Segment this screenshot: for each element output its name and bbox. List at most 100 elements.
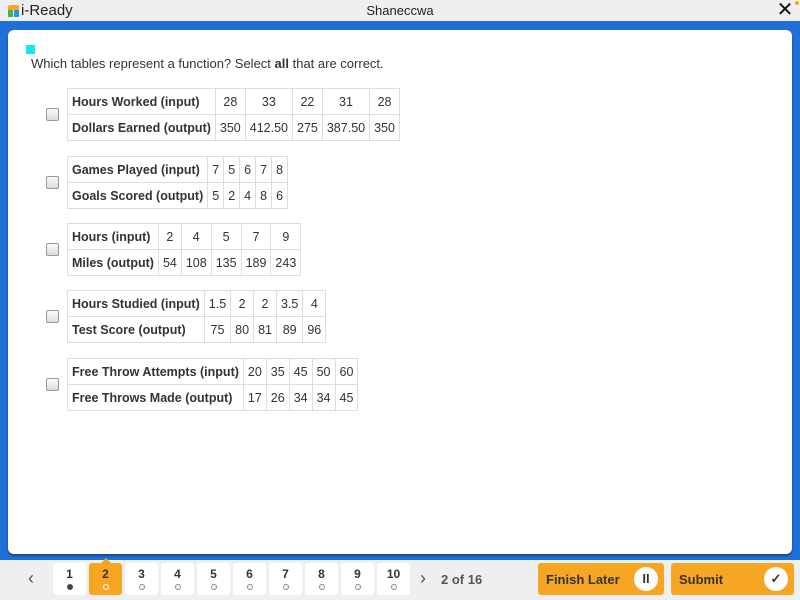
chevron-left-icon: ‹ xyxy=(28,568,34,588)
question-prompt: Which tables represent a function? Selec… xyxy=(31,56,384,71)
finish-later-button[interactable]: Finish Later II xyxy=(538,563,664,595)
page-number: 3 xyxy=(138,567,145,581)
title-bar: i-Ready Shaneccwa ✕ xyxy=(0,0,800,21)
table-cell: 75 xyxy=(203,316,232,343)
question-pager: 1 2 3 4 5 6 7 8 9 10 xyxy=(53,558,410,595)
page-number: 2 xyxy=(102,567,109,581)
row-header: Free Throw Attempts (input) xyxy=(67,358,244,385)
chevron-right-icon: › xyxy=(420,568,426,588)
table-cell: 89 xyxy=(275,316,304,343)
table-cell: 1.5 xyxy=(203,290,232,317)
function-table: Hours (input) 2 4 5 7 9 Miles (output) 54 108 135… xyxy=(67,223,302,276)
table-cell: 5 xyxy=(223,156,241,183)
table-cell: 7 xyxy=(207,156,225,183)
table-cell: 9 xyxy=(270,223,302,250)
table-cell: 60 xyxy=(334,358,359,385)
page-button-2[interactable]: 2 xyxy=(89,558,122,595)
table-cell: 45 xyxy=(288,358,313,385)
status-dot-icon xyxy=(175,584,181,590)
table-cell: 350 xyxy=(214,114,246,141)
table-cell: 35 xyxy=(265,358,290,385)
table-cell: 189 xyxy=(240,249,272,276)
window-title: Shaneccwa xyxy=(366,3,434,18)
answer-option[interactable]: Hours Studied (input) 1.5 2 2 3.5 4 Test Score… xyxy=(46,290,327,343)
page-button-7[interactable]: 7 xyxy=(269,563,302,595)
page-button-3[interactable]: 3 xyxy=(125,563,158,595)
row-header: Goals Scored (output) xyxy=(66,182,209,209)
table-cell: 8 xyxy=(255,182,273,209)
notification-dot xyxy=(795,1,799,5)
function-table: Hours Worked (input) 28 33 22 31 28 Dollars Ea… xyxy=(67,88,400,141)
question-marker xyxy=(26,45,35,54)
table-cell: 31 xyxy=(321,88,371,115)
row-header: Miles (output) xyxy=(67,249,159,276)
table-cell: 6 xyxy=(239,156,257,183)
page-number: 8 xyxy=(318,567,325,581)
status-dot-icon xyxy=(211,584,217,590)
page-button-1[interactable]: 1 xyxy=(53,563,86,595)
table-cell: 28 xyxy=(214,88,246,115)
option-checkbox[interactable] xyxy=(46,243,59,256)
input-row: Hours Studied (input) 1.5 2 2 3.5 4 xyxy=(67,290,327,317)
page-button-4[interactable]: 4 xyxy=(161,563,194,595)
status-dot-icon xyxy=(319,584,325,590)
page-button-9[interactable]: 9 xyxy=(341,563,374,595)
status-dot-icon xyxy=(67,584,73,590)
status-dot-icon xyxy=(391,584,397,590)
answer-option[interactable]: Hours (input) 2 4 5 7 9 Miles (output) 54 108 135… xyxy=(46,223,302,276)
table-cell: 4 xyxy=(302,290,327,317)
table-cell: 2 xyxy=(223,182,241,209)
close-button[interactable]: ✕ xyxy=(776,0,794,21)
table-cell: 34 xyxy=(311,384,336,411)
table-cell: 8 xyxy=(271,156,289,183)
output-row: Dollars Earned (output) 350 412.50 275 387.5… xyxy=(67,114,400,141)
option-checkbox[interactable] xyxy=(46,108,59,121)
table-cell: 80 xyxy=(230,316,255,343)
page-button-10[interactable]: 10 xyxy=(377,563,410,595)
table-cell: 96 xyxy=(302,316,327,343)
table-cell: 6 xyxy=(271,182,289,209)
table-cell: 26 xyxy=(265,384,290,411)
pause-icon: II xyxy=(634,567,658,591)
page-button-6[interactable]: 6 xyxy=(233,563,266,595)
output-row: Miles (output) 54 108 135 189 243 xyxy=(67,249,302,276)
submit-button[interactable]: Submit ✓ xyxy=(671,563,794,595)
question-counter: 2 of 16 xyxy=(441,572,483,587)
status-dot-icon xyxy=(247,584,253,590)
table-cell: 275 xyxy=(292,114,323,141)
table-cell: 7 xyxy=(240,223,272,250)
page-button-8[interactable]: 8 xyxy=(305,563,338,595)
table-cell: 28 xyxy=(369,88,400,115)
table-cell: 33 xyxy=(244,88,294,115)
page-number: 1 xyxy=(66,567,73,581)
table-cell: 20 xyxy=(242,358,267,385)
input-row: Hours (input) 2 4 5 7 9 xyxy=(67,223,302,250)
previous-button[interactable]: ‹ xyxy=(28,568,34,589)
table-cell: 2 xyxy=(157,223,182,250)
row-header: Test Score (output) xyxy=(67,316,205,343)
next-button[interactable]: › xyxy=(420,568,426,589)
table-cell: 350 xyxy=(369,114,400,141)
table-cell: 50 xyxy=(311,358,336,385)
answer-option[interactable]: Games Played (input) 7 5 6 7 8 Goals Scored (o… xyxy=(46,156,289,209)
input-row: Games Played (input) 7 5 6 7 8 xyxy=(66,156,289,183)
option-checkbox[interactable] xyxy=(46,378,59,391)
table-cell: 2 xyxy=(253,290,277,317)
option-checkbox[interactable] xyxy=(46,176,59,189)
output-row: Test Score (output) 75 80 81 89 96 xyxy=(67,316,327,343)
table-cell: 108 xyxy=(180,249,212,276)
close-icon: ✕ xyxy=(776,0,794,21)
page-number: 5 xyxy=(210,567,217,581)
page-button-5[interactable]: 5 xyxy=(197,563,230,595)
option-checkbox[interactable] xyxy=(46,310,59,323)
table-cell: 7 xyxy=(255,156,273,183)
answer-option[interactable]: Free Throw Attempts (input) 20 35 45 50 60 Fre… xyxy=(46,358,359,411)
table-cell: 412.50 xyxy=(244,114,294,141)
page-number: 4 xyxy=(174,567,181,581)
status-dot-icon xyxy=(355,584,361,590)
row-header: Free Throws Made (output) xyxy=(67,384,244,411)
table-cell: 5 xyxy=(207,182,225,209)
output-row: Free Throws Made (output) 17 26 34 34 45 xyxy=(67,384,359,411)
answer-option[interactable]: Hours Worked (input) 28 33 22 31 28 Dollars Ea… xyxy=(46,88,400,141)
page-number: 7 xyxy=(282,567,289,581)
